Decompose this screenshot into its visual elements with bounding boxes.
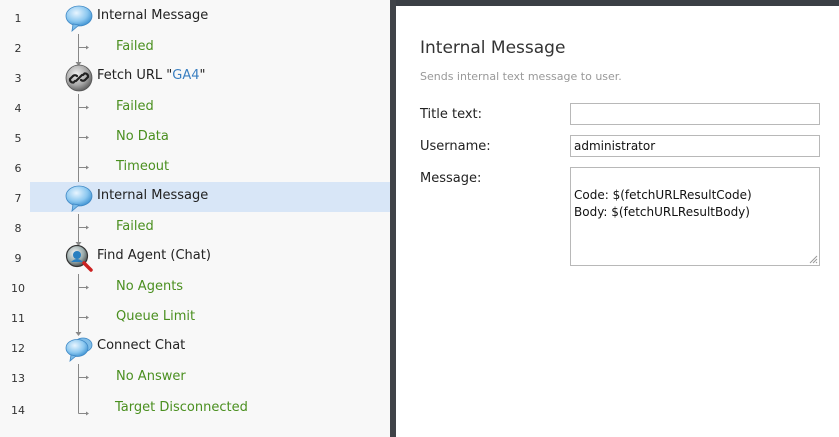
row-number: 2: [14, 42, 22, 55]
workflow-row-internal-message-selected[interactable]: 7 Internal Message: [0, 182, 390, 212]
row-number: 6: [14, 162, 22, 175]
row-number: 14: [11, 404, 25, 417]
row-number: 10: [11, 282, 25, 295]
title-text-label: Title text:: [420, 107, 483, 122]
row-number: 5: [14, 132, 22, 145]
row-number: 11: [11, 312, 25, 325]
action-title-suffix: ": [199, 68, 206, 83]
workflow-row-outcome-timeout[interactable]: 6 Timeout: [0, 152, 390, 182]
outcome-label: Queue Limit: [116, 309, 196, 324]
workflow-row-outcome-target-disconnected[interactable]: 14 Target Disconnected: [0, 392, 390, 422]
workflow-row-find-agent[interactable]: 9 Find Agent (Chat): [0, 242, 390, 272]
row-number: 1: [14, 12, 22, 25]
speech-bubbles-icon: [65, 334, 93, 362]
action-title: Internal Message: [97, 188, 209, 203]
properties-description: Sends internal text message to user.: [420, 70, 622, 83]
link-chain-icon: [65, 64, 93, 92]
outcome-label: Timeout: [116, 159, 170, 174]
row-number: 4: [14, 102, 22, 115]
workflow-row-outcome-failed[interactable]: 4 Failed: [0, 92, 390, 122]
speech-bubble-icon: [65, 4, 93, 32]
agent-search-icon: [65, 244, 93, 272]
workflow-row-internal-message-1[interactable]: 1 Internal Message: [0, 2, 390, 32]
workflow-row-outcome-no-data[interactable]: 5 No Data: [0, 122, 390, 152]
workflow-row-outcome-failed[interactable]: 8 Failed: [0, 212, 390, 242]
row-number: 12: [11, 342, 25, 355]
row-number: 13: [11, 372, 25, 385]
message-label: Message:: [420, 171, 482, 186]
workflow-row-fetch-url[interactable]: 3 Fetch URL "GA4": [0, 62, 390, 92]
message-textarea[interactable]: Code: $(fetchURLResultCode) Body: $(fetc…: [570, 167, 820, 266]
workflow-row-outcome-no-answer[interactable]: 13 No Answer: [0, 362, 390, 392]
properties-panel: Internal Message Sends internal text mes…: [396, 6, 839, 437]
outcome-label: No Data: [116, 129, 169, 144]
username-label: Username:: [420, 139, 491, 154]
outcome-label: Failed: [116, 219, 154, 234]
username-input[interactable]: administrator: [570, 135, 820, 157]
speech-bubble-icon: [65, 184, 93, 212]
outcome-label: Failed: [116, 39, 154, 54]
properties-title: Internal Message: [420, 38, 566, 58]
row-number: 7: [14, 192, 22, 205]
outcome-label: Failed: [116, 99, 154, 114]
workflow-row-outcome-failed[interactable]: 2 Failed: [0, 32, 390, 62]
title-text-input[interactable]: [570, 103, 820, 125]
row-number: 8: [14, 222, 22, 235]
workflow-row-outcome-no-agents[interactable]: 10 No Agents: [0, 272, 390, 302]
workflow-editor: 1 Internal Message 2 Failed 3 Fetch URL …: [0, 0, 839, 437]
workflow-tree-panel: 1 Internal Message 2 Failed 3 Fetch URL …: [0, 0, 390, 437]
resize-grip-icon[interactable]: [809, 255, 818, 264]
action-title: Internal Message: [97, 8, 209, 23]
action-title: Fetch URL "GA4": [97, 68, 206, 83]
action-title: Connect Chat: [97, 338, 186, 353]
outcome-label: No Answer: [116, 369, 186, 384]
workflow-row-outcome-queue-limit[interactable]: 11 Queue Limit: [0, 302, 390, 332]
workflow-row-connect-chat[interactable]: 12 Connect Chat: [0, 332, 390, 362]
outcome-label: Target Disconnected: [115, 400, 248, 415]
outcome-label: No Agents: [116, 279, 184, 294]
url-reference-link[interactable]: GA4: [172, 68, 199, 83]
row-number: 3: [14, 72, 22, 85]
row-number: 9: [14, 252, 22, 265]
action-title-text: Fetch URL ": [97, 68, 173, 83]
action-title: Find Agent (Chat): [97, 248, 211, 263]
message-text: Code: $(fetchURLResultCode) Body: $(fetc…: [574, 188, 752, 219]
